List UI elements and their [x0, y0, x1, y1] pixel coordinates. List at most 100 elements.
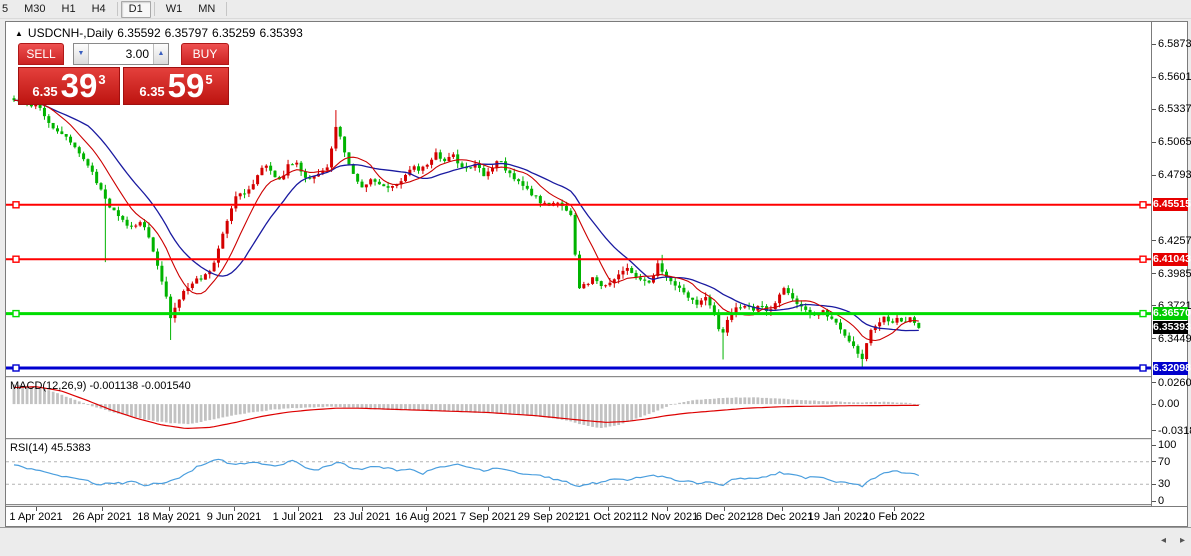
macd-axis-label: 0.02607: [1158, 377, 1191, 389]
price-badge: 6.45515: [1153, 198, 1188, 211]
sell-price-prefix: 6.35: [32, 84, 57, 99]
price-badge: 6.36570: [1153, 307, 1188, 320]
chart-tab-bar: ◂ ▸: [0, 527, 1191, 552]
price-axis-label: 6.58730: [1158, 38, 1191, 50]
date-axis-label: 18 May 2021: [137, 511, 201, 523]
line-handle[interactable]: [13, 202, 19, 208]
date-axis-label: 10 Feb 2022: [863, 511, 925, 523]
price-axis-tick: [1152, 273, 1156, 274]
price-axis-label: 6.56010: [1158, 71, 1191, 83]
timeframe-button-d1[interactable]: D1: [121, 1, 151, 18]
candles-group: [13, 96, 921, 368]
line-handle[interactable]: [1140, 365, 1146, 371]
volume-stepper: ▼ ▲: [73, 43, 169, 65]
price-axis-tick: [1152, 142, 1156, 143]
date-axis: 1 Apr 2021 26 Apr 2021 18 May 2021 9 Jun 20…: [6, 506, 1187, 526]
price-axis-tick: [1152, 175, 1156, 176]
date-axis-label: 23 Jul 2021: [334, 511, 391, 523]
price-axis-tick: [1152, 77, 1156, 78]
price-badge: 6.32098: [1153, 362, 1188, 375]
date-axis-label: 29 Sep 2021: [518, 511, 580, 523]
rsi-axis-label: 70: [1158, 456, 1170, 468]
line-handle[interactable]: [13, 365, 19, 371]
line-handle[interactable]: [13, 256, 19, 262]
timeframe-button-5[interactable]: 5: [0, 1, 16, 18]
price-axis-label: 6.42570: [1158, 235, 1191, 247]
toolbar-separator: [154, 2, 155, 16]
rsi-axis-tick: [1152, 461, 1156, 462]
buy-price-display[interactable]: 6.35 595: [123, 67, 229, 105]
date-axis-label: 26 Apr 2021: [72, 511, 131, 523]
tab-scroll-left-icon[interactable]: ◂: [1161, 535, 1166, 546]
price-axis-label: 6.39850: [1158, 268, 1191, 280]
macd-axis-tick: [1152, 430, 1156, 431]
ohlc-low: 6.35259: [212, 26, 255, 40]
tab-scroll-controls: ◂ ▸: [1161, 528, 1185, 553]
date-axis-label: 6 Dec 2021: [696, 511, 752, 523]
rsi-axis-label: 0: [1158, 495, 1164, 507]
price-axis-label: 6.50650: [1158, 136, 1191, 148]
buy-price-prefix: 6.35: [139, 84, 164, 99]
macd-label: MACD(12,26,9) -0.001138 -0.001540: [10, 380, 191, 392]
macd-axis-label: 0.00: [1158, 398, 1179, 410]
macd-axis-tick: [1152, 404, 1156, 405]
timeframe-toolbar: 5M30H1H4 D1 W1MN: [0, 0, 1191, 19]
price-axis-label: 6.34490: [1158, 333, 1191, 345]
toolbar-separator: [117, 2, 118, 16]
line-handle[interactable]: [1140, 311, 1146, 317]
buy-button[interactable]: BUY: [181, 43, 229, 65]
mt4-terminal: { "app": { "toolbar": { "timeframes": [ …: [0, 0, 1191, 556]
buy-price-pips: 59: [168, 71, 205, 101]
rsi-axis-tick: [1152, 484, 1156, 485]
sell-price-pips: 39: [61, 71, 98, 101]
date-axis-label: 28 Dec 2021: [751, 511, 813, 523]
sell-price-point: 3: [98, 72, 105, 87]
date-axis-label: 21 Oct 2021: [578, 511, 638, 523]
date-axis-label: 12 Nov 2021: [636, 511, 698, 523]
ohlc-open: 6.35592: [117, 26, 160, 40]
chart-window: ▲ USDCNH-,Daily 6.35592 6.35797 6.35259 6.35 3…: [5, 21, 1188, 527]
toolbar-separator: [226, 2, 227, 16]
sell-button[interactable]: SELL: [18, 43, 64, 65]
rsi-line: [14, 459, 919, 486]
date-axis-label: 1 Jul 2021: [273, 511, 324, 523]
chart-symbol-label: USDCNH-,Daily: [28, 26, 113, 40]
timeframe-button-m30[interactable]: M30: [16, 1, 53, 18]
rsi-canvas[interactable]: [6, 440, 1151, 504]
date-axis-label: 19 Jan 2022: [808, 511, 869, 523]
status-strip: [0, 552, 1191, 556]
line-handle[interactable]: [13, 311, 19, 317]
one-click-trading-panel: SELL ▼ ▲ BUY 6.35 393 6.35 595: [18, 43, 229, 105]
price-badge: 6.41043: [1153, 253, 1188, 266]
timeframe-button-h1[interactable]: H1: [54, 1, 84, 18]
macd-panel[interactable]: MACD(12,26,9) -0.001138 -0.001540: [6, 378, 1151, 438]
macd-axis-label: -0.03187: [1158, 425, 1191, 437]
price-axis-tick: [1152, 338, 1156, 339]
price-axis-tick: [1152, 240, 1156, 241]
collapse-indicator-icon[interactable]: ▲: [15, 29, 23, 38]
volume-input[interactable]: [89, 44, 153, 64]
timeframe-button-w1[interactable]: W1: [158, 1, 191, 18]
date-axis-label: 9 Jun 2021: [207, 511, 261, 523]
rsi-axis-tick: [1152, 445, 1156, 446]
ohlc-high: 6.35797: [165, 26, 208, 40]
price-badge: 6.35393: [1153, 321, 1188, 334]
price-axis-tick: [1152, 44, 1156, 45]
sell-price-display[interactable]: 6.35 393: [18, 67, 120, 105]
rsi-panel[interactable]: RSI(14) 45.5383: [6, 440, 1151, 504]
timeframe-button-mn[interactable]: MN: [190, 1, 223, 18]
chart-title: ▲USDCNH-,Daily6.355926.357976.352596.353…: [15, 26, 307, 40]
volume-decrease-button[interactable]: ▼: [74, 44, 89, 64]
buy-price-point: 5: [205, 72, 212, 87]
line-handle[interactable]: [1140, 256, 1146, 262]
date-axis-label: 1 Apr 2021: [9, 511, 62, 523]
date-axis-label: 16 Aug 2021: [395, 511, 457, 523]
tab-scroll-right-icon[interactable]: ▸: [1180, 535, 1185, 546]
rsi-axis-tick: [1152, 501, 1156, 502]
price-axis-label: 6.53370: [1158, 103, 1191, 115]
timeframe-button-h4[interactable]: H4: [84, 1, 114, 18]
rsi-axis-label: 30: [1158, 478, 1170, 490]
line-handle[interactable]: [1140, 202, 1146, 208]
price-axis-label: 6.47930: [1158, 169, 1191, 181]
volume-increase-button[interactable]: ▲: [153, 44, 168, 64]
